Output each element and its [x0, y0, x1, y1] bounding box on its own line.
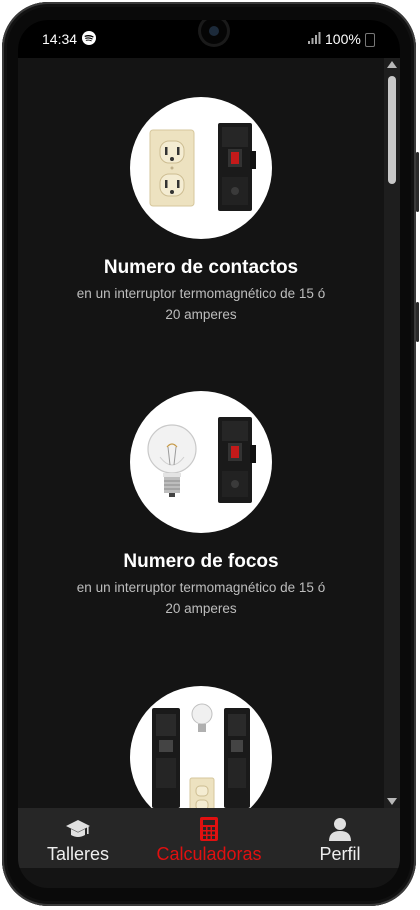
- card-bulbs-calculator[interactable]: Numero de focos en un interruptor termom…: [18, 391, 384, 641]
- front-camera: [201, 20, 227, 44]
- card-description-line: 20 amperes: [165, 307, 237, 322]
- nav-item-perfil[interactable]: Perfil: [300, 808, 380, 868]
- card-title: Numero de contactos: [103, 257, 299, 278]
- card-description-line: en un interruptor termomagnético de 15 ó: [76, 580, 326, 595]
- scrollbar-thumb[interactable]: [388, 76, 396, 184]
- calculator-icon: [200, 817, 218, 841]
- card-contacts-calculator[interactable]: Numero de contactos en un interruptor te…: [18, 97, 384, 347]
- scroll-down-arrow-icon[interactable]: [387, 798, 397, 805]
- battery-icon: [365, 33, 375, 47]
- breakers-bulb-outlet-image: [130, 686, 272, 808]
- card-description-line: 20 amperes: [165, 601, 237, 616]
- outlet-breaker-illustration: [149, 123, 256, 211]
- bottom-navigation: Talleres Calculadoras Perfil: [18, 808, 400, 868]
- outlet-breaker-image: [130, 97, 272, 239]
- battery-percentage: 100%: [325, 31, 361, 47]
- scrollbar[interactable]: [384, 58, 400, 808]
- screen: 14:34 100% Numero de contactos en un int…: [18, 20, 400, 888]
- card-third-calculator[interactable]: [18, 686, 384, 808]
- power-button: [416, 302, 419, 342]
- status-bar: 14:34 100%: [18, 20, 400, 58]
- graduation-cap-icon: [66, 820, 90, 837]
- status-time: 14:34: [42, 31, 78, 47]
- bulb-breaker-image: [130, 391, 272, 533]
- bulb-breaker-illustration: [147, 417, 256, 503]
- scroll-up-arrow-icon[interactable]: [387, 61, 397, 68]
- signal-icon: [308, 32, 321, 44]
- card-title: Numero de focos: [123, 551, 279, 572]
- nav-label: Calculadoras: [156, 844, 262, 864]
- nav-item-talleres[interactable]: Talleres: [30, 808, 126, 868]
- nav-item-calculadoras[interactable]: Calculadoras: [146, 808, 272, 868]
- person-icon: [329, 818, 351, 841]
- calculators-list: Numero de contactos en un interruptor te…: [18, 58, 384, 808]
- spotify-icon: [82, 31, 96, 45]
- volume-button: [416, 152, 419, 212]
- nav-label: Talleres: [46, 844, 110, 864]
- breakers-bulb-outlet-illustration: [152, 703, 250, 808]
- card-description-line: en un interruptor termomagnético de 15 ó: [76, 286, 326, 301]
- nav-label: Perfil: [319, 844, 361, 864]
